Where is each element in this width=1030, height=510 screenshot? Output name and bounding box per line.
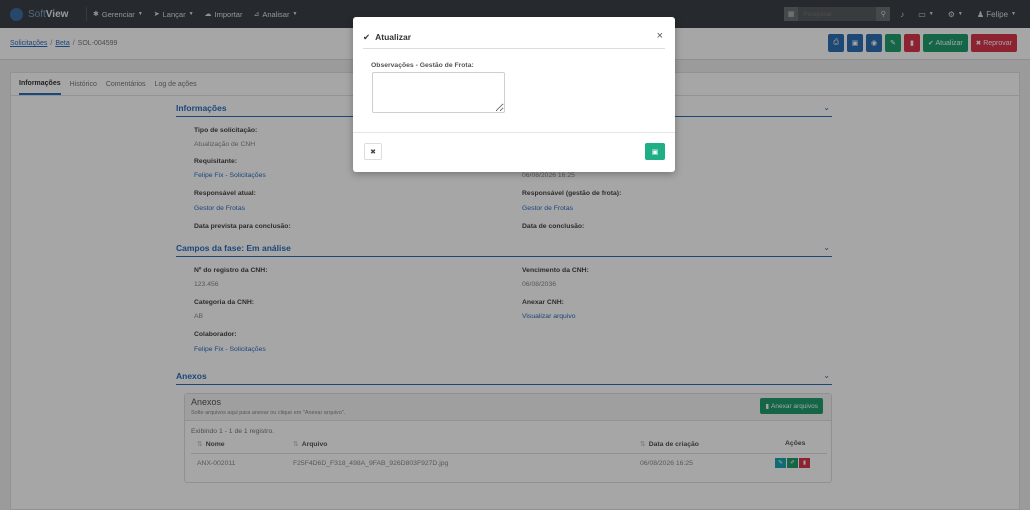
modal-header: ✔ Atualizar × (363, 27, 665, 47)
observacoes-textarea[interactable] (372, 72, 505, 113)
modal-footer-divider (353, 132, 675, 133)
modal-title: ✔ Atualizar (363, 31, 412, 42)
update-modal: ✔ Atualizar × Observações - Gestão de Fro… (353, 17, 675, 172)
save-button[interactable]: ▣ (645, 143, 665, 160)
close-icon[interactable]: × (657, 30, 663, 42)
check-icon: ✔ (363, 31, 371, 42)
modal-header-divider (363, 48, 665, 49)
close-icon: ✖ (370, 148, 376, 156)
cancel-button[interactable]: ✖ (364, 143, 382, 160)
observacoes-label: Observações - Gestão de Frota: (371, 62, 474, 69)
floppy-disk-icon: ▣ (651, 148, 659, 156)
